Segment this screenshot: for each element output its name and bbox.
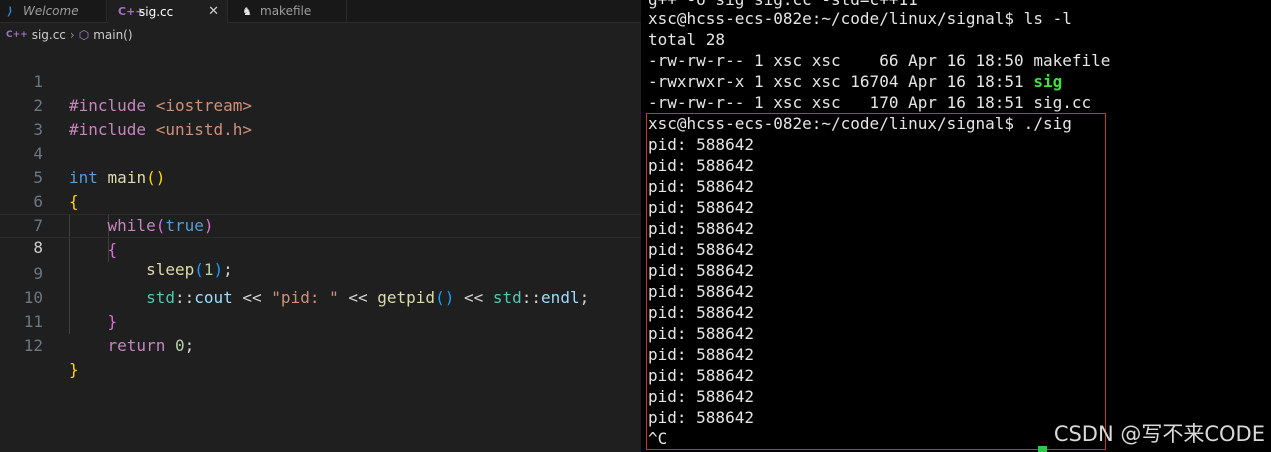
code-line: 4 int main() — [0, 118, 641, 187]
tab-label: makefile — [260, 4, 312, 18]
line-number: 12 — [23, 336, 43, 355]
tab-label: sig.cc — [139, 4, 174, 19]
tab-welcome[interactable]: ⟩ Welcome — [0, 0, 107, 22]
cpp-file-icon: C++ — [6, 30, 28, 40]
file-listing-row: -rw-rw-r-- 1 xsc xsc 170 Apr 16 18:51 si… — [648, 93, 1092, 112]
terminal-cursor — [1038, 446, 1047, 452]
tab-bar: ⟩ Welcome C++ sig.cc ✕ ♞ makefile — [0, 0, 641, 23]
file-listing-row: -rwxrwxr-x 1 xsc xsc 16704 Apr 16 18:51 … — [648, 72, 1063, 91]
code-editor: ⟩ Welcome C++ sig.cc ✕ ♞ makefile C++ si… — [0, 0, 641, 452]
breadcrumb: C++ sig.cc › ⬡ main() — [0, 24, 641, 46]
code-line: 12 } — [0, 310, 641, 379]
close-icon[interactable]: ✕ — [208, 4, 219, 19]
tab-sig-cc[interactable]: C++ sig.cc ✕ — [108, 0, 228, 23]
code-line: 5 { — [0, 142, 641, 211]
code-line: 3 — [0, 94, 641, 139]
cpp-file-icon: C++ — [118, 5, 145, 18]
terminal-line: total 28 — [648, 30, 726, 49]
code-line: 11 return 0; — [0, 286, 641, 355]
code-line: 1 #include <iostream> — [0, 46, 641, 115]
tab-label: Welcome — [23, 4, 79, 18]
tab-makefile[interactable]: ♞ makefile — [229, 0, 347, 22]
breadcrumb-symbol[interactable]: main() — [93, 28, 132, 42]
breadcrumb-file[interactable]: sig.cc — [32, 28, 66, 42]
code-line: 6 while(true) — [0, 166, 641, 235]
method-cube-icon: ⬡ — [78, 28, 90, 42]
chevron-right-icon: › — [69, 28, 75, 42]
code-line: 2 #include <unistd.h> — [0, 70, 641, 139]
vscode-logo-icon: ⟩ — [7, 4, 13, 18]
code-line-active: 8 sleep(1); — [0, 214, 641, 279]
code-line: 10 } — [0, 262, 641, 331]
makefile-icon: ♞ — [242, 4, 252, 18]
file-listing-row: -rw-rw-r-- 1 xsc xsc 66 Apr 16 18:50 mak… — [648, 51, 1111, 70]
code-line: 9 std::cout << "pid: " << getpid() << st… — [0, 238, 641, 307]
highlight-box — [646, 113, 1106, 450]
watermark: CSDN @写不来CODE — [1053, 422, 1265, 446]
code-line: 7 { — [0, 190, 641, 259]
terminal-prompt: xsc@hcss-ecs-082e:~/code/linux/signal$ l… — [648, 9, 1072, 28]
